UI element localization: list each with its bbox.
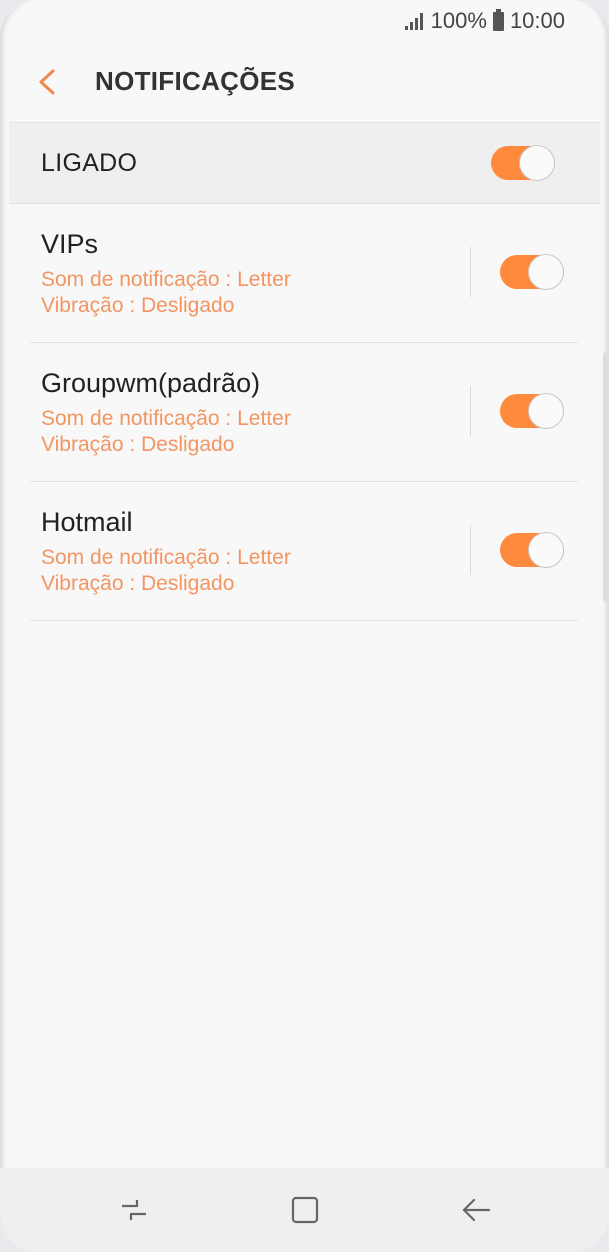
- divider: [470, 247, 471, 297]
- navigation-bar: [0, 1168, 609, 1252]
- toggle-knob: [528, 393, 564, 429]
- app-header: NOTIFICAÇÕES: [0, 42, 609, 122]
- toggle-knob: [528, 532, 564, 568]
- home-icon[interactable]: [285, 1190, 325, 1230]
- account-toggle[interactable]: [500, 254, 564, 290]
- divider: [470, 386, 471, 436]
- signal-icon: [404, 12, 423, 30]
- account-name: Groupwm(padrão): [41, 368, 261, 398]
- back-icon[interactable]: [456, 1190, 496, 1230]
- phone-screen: 100% 10:00 NOTIFICAÇÕES LIGADO VIPs Som …: [0, 0, 609, 1252]
- account-toggle[interactable]: [500, 532, 564, 568]
- master-switch-label: LIGADO: [41, 149, 138, 177]
- account-name: Hotmail: [41, 507, 133, 537]
- list-item: Groupwm(padrão) Som de notificação : Let…: [30, 342, 578, 482]
- vibration-status: Vibração : Desligado: [41, 572, 235, 595]
- vibration-status: Vibração : Desligado: [41, 294, 235, 317]
- account-name: VIPs: [41, 229, 99, 259]
- recent-apps-icon[interactable]: [114, 1190, 154, 1230]
- master-switch-row[interactable]: LIGADO: [9, 122, 600, 204]
- list-item: VIPs Som de notificação : Letter Vibraçã…: [30, 203, 578, 343]
- battery-icon: [492, 8, 504, 31]
- notification-sound: Som de notificação : Letter: [41, 546, 291, 569]
- master-toggle[interactable]: [491, 145, 555, 181]
- clock: 10:00: [509, 8, 565, 33]
- status-bar: 100% 10:00: [404, 6, 565, 36]
- account-item-hotmail[interactable]: Hotmail Som de notificação : Letter Vibr…: [30, 481, 470, 620]
- account-item-vips[interactable]: VIPs Som de notificação : Letter Vibraçã…: [30, 203, 470, 342]
- vibration-status: Vibração : Desligado: [41, 433, 235, 456]
- toggle-knob: [519, 145, 555, 181]
- divider: [470, 525, 471, 575]
- account-toggle[interactable]: [500, 393, 564, 429]
- list-item: Hotmail Som de notificação : Letter Vibr…: [30, 481, 578, 621]
- toggle-knob: [528, 254, 564, 290]
- screen-edge: [603, 352, 609, 602]
- back-arrow-icon[interactable]: [36, 68, 58, 96]
- account-item-groupwm[interactable]: Groupwm(padrão) Som de notificação : Let…: [30, 342, 470, 481]
- notification-sound: Som de notificação : Letter: [41, 407, 291, 430]
- notification-sound: Som de notificação : Letter: [41, 268, 291, 291]
- battery-percent: 100%: [430, 8, 487, 33]
- page-title: NOTIFICAÇÕES: [95, 66, 296, 96]
